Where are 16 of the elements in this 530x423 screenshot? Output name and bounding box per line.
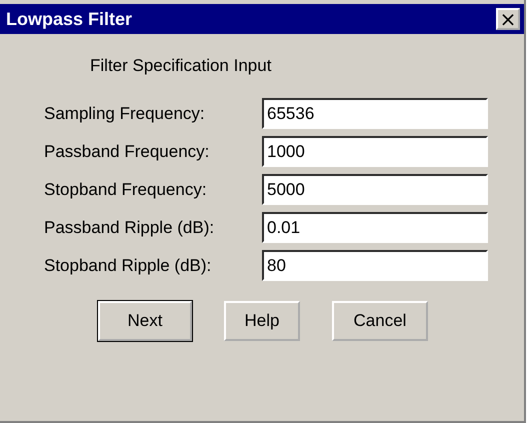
- input-field[interactable]: 80: [262, 250, 488, 281]
- section-heading: Filter Specification Input: [90, 56, 272, 76]
- close-button[interactable]: ×: [496, 8, 520, 30]
- input-field[interactable]: 1000: [262, 136, 488, 167]
- field-label: Stopband Ripple (dB):: [44, 256, 212, 276]
- input-field[interactable]: 0.01: [262, 212, 488, 243]
- input-field[interactable]: 65536: [262, 98, 488, 129]
- field-label: Sampling Frequency:: [44, 104, 206, 124]
- window-title: Lowpass Filter: [6, 8, 132, 30]
- dialog-button[interactable]: Help: [224, 301, 300, 341]
- field-label: Passband Ripple (dB):: [44, 218, 216, 238]
- input-field[interactable]: 5000: [262, 174, 488, 205]
- dialog-button[interactable]: Next: [98, 301, 192, 341]
- field-label: Stopband Frequency:: [44, 180, 208, 200]
- field-label: Passband Frequency:: [44, 142, 210, 162]
- dialog-button[interactable]: Cancel: [332, 301, 428, 341]
